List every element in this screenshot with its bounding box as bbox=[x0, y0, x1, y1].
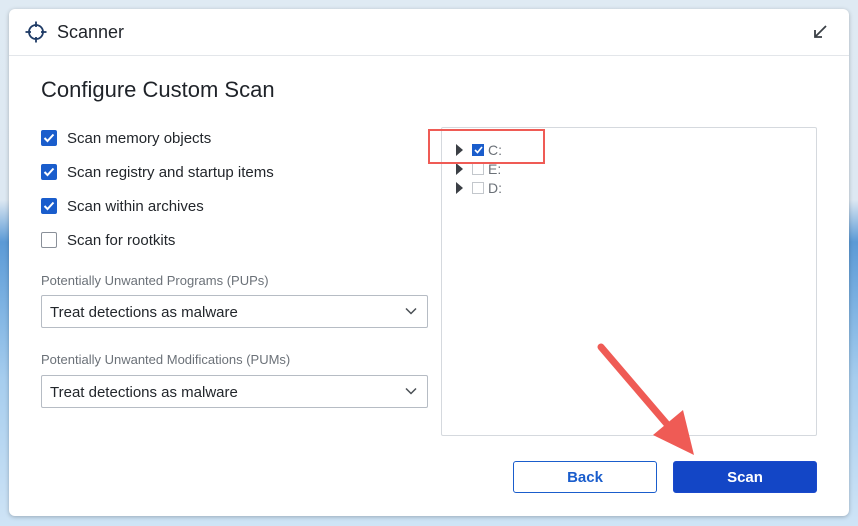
pups-dropdown[interactable]: Treat detections as malware bbox=[41, 295, 428, 328]
expand-triangle-icon[interactable] bbox=[456, 163, 463, 175]
pums-dropdown[interactable]: Treat detections as malware bbox=[41, 375, 428, 408]
checkbox-checked[interactable] bbox=[41, 164, 57, 180]
option-label: Scan memory objects bbox=[67, 129, 212, 147]
option-scan-rootkits[interactable]: Scan for rootkits bbox=[41, 231, 175, 249]
drive-checkbox-unchecked[interactable] bbox=[472, 182, 484, 194]
title-bar: Scanner bbox=[9, 9, 849, 56]
drive-label: D: bbox=[488, 180, 502, 196]
chevron-down-icon bbox=[405, 387, 417, 395]
expand-triangle-icon[interactable] bbox=[456, 182, 463, 194]
option-scan-memory[interactable]: Scan memory objects bbox=[41, 129, 211, 147]
check-icon bbox=[43, 201, 55, 211]
option-scan-registry[interactable]: Scan registry and startup items bbox=[41, 163, 274, 181]
back-button[interactable]: Back bbox=[513, 461, 657, 493]
check-icon bbox=[43, 133, 55, 143]
page-title: Configure Custom Scan bbox=[41, 77, 275, 102]
pups-label: Potentially Unwanted Programs (PUPs) bbox=[41, 273, 269, 288]
option-label: Scan within archives bbox=[67, 197, 204, 215]
drive-row-d: D: bbox=[456, 180, 502, 196]
check-icon bbox=[43, 167, 55, 177]
checkbox-unchecked[interactable] bbox=[41, 232, 57, 248]
pums-label: Potentially Unwanted Modifications (PUMs… bbox=[41, 352, 291, 367]
drive-checkbox-unchecked[interactable] bbox=[472, 163, 484, 175]
option-scan-archives[interactable]: Scan within archives bbox=[41, 197, 204, 215]
drive-tree-panel: C: E: D: bbox=[441, 127, 817, 436]
highlight-annotation-box bbox=[428, 129, 545, 164]
pups-selected-value: Treat detections as malware bbox=[50, 304, 238, 321]
chevron-down-icon bbox=[405, 307, 417, 315]
checkbox-checked[interactable] bbox=[41, 130, 57, 146]
pums-selected-value: Treat detections as malware bbox=[50, 384, 238, 401]
crosshair-icon bbox=[25, 21, 47, 43]
option-label: Scan registry and startup items bbox=[67, 163, 274, 181]
arrow-down-left-icon[interactable] bbox=[811, 23, 829, 41]
option-label: Scan for rootkits bbox=[67, 231, 176, 249]
scan-button[interactable]: Scan bbox=[673, 461, 817, 493]
window-title: Scanner bbox=[57, 22, 125, 42]
scanner-window: Scanner Configure Custom Scan Scan memor… bbox=[9, 9, 849, 516]
checkbox-checked[interactable] bbox=[41, 198, 57, 214]
